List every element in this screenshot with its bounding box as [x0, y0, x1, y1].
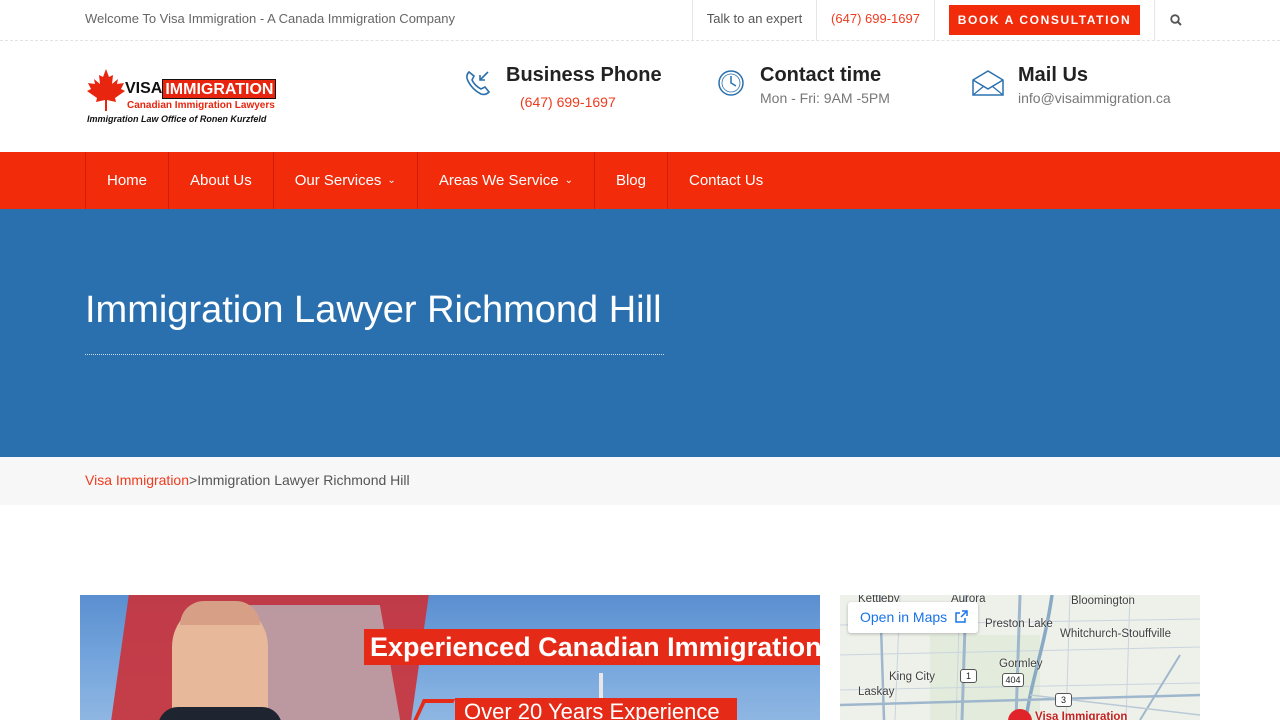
mail-us-value[interactable]: info@visaimmigration.ca — [1018, 90, 1171, 106]
logo-subtitle: Canadian Immigration Lawyers — [127, 100, 275, 111]
open-in-maps-label: Open in Maps — [860, 609, 948, 625]
map-place-preston-lake: Preston Lake — [985, 618, 1053, 630]
route-404-shield: 404 — [1002, 673, 1024, 687]
clock-icon — [718, 70, 744, 96]
breadcrumb: Visa Immigration>Immigration Lawyer Rich… — [0, 457, 1280, 505]
logo-immigration-text: IMMIGRATION — [162, 79, 277, 99]
location-map[interactable]: Kettleby Aurora Bloomington Preston Lake… — [840, 595, 1200, 720]
page-title: Immigration Lawyer Richmond Hill — [85, 289, 662, 331]
nav-item-home[interactable]: Home — [85, 152, 168, 209]
page-hero: Immigration Lawyer Richmond Hill — [0, 209, 1280, 457]
breadcrumb-current: Immigration Lawyer Richmond Hill — [197, 472, 410, 488]
route-1-shield: 1 — [960, 669, 977, 683]
nav-contact-label: Contact Us — [689, 172, 764, 189]
contact-time-value: Mon - Fri: 9AM -5PM — [760, 90, 890, 106]
contact-time-title: Contact time — [760, 64, 882, 86]
breadcrumb-home-link[interactable]: Visa Immigration — [85, 472, 189, 488]
banner-headline: Experienced Canadian Immigration Lawyer — [364, 629, 820, 665]
top-bar: Welcome To Visa Immigration - A Canada I… — [0, 0, 1280, 41]
external-link-icon — [955, 610, 968, 623]
open-in-maps-button[interactable]: Open in Maps — [848, 602, 978, 633]
welcome-text: Welcome To Visa Immigration - A Canada I… — [85, 11, 455, 26]
nav-blog-label: Blog — [615, 172, 646, 189]
mail-icon — [972, 70, 1004, 96]
nav-home-label: Home — [107, 172, 148, 189]
nav-item-blog[interactable]: Blog — [593, 152, 667, 209]
map-place-king-city: King City — [889, 671, 936, 683]
book-consultation-button[interactable]: BOOK A CONSULTATION — [949, 5, 1140, 35]
logo-office-text: Immigration Law Office of Ronen Kurzfeld — [87, 114, 267, 124]
nav-item-areas-we-service[interactable]: Areas We Service ⌄ — [416, 152, 594, 209]
nav-item-contact-us[interactable]: Contact Us — [667, 152, 784, 209]
map-place-bloomington: Bloomington — [1071, 595, 1135, 607]
nav-services-label: Our Services — [294, 172, 382, 189]
map-place-visa-immigration: Visa Immigration — [1035, 711, 1128, 720]
business-phone-value[interactable]: (647) 699-1697 — [520, 94, 616, 110]
map-place-laskay: Laskay — [858, 686, 895, 698]
map-place-gormley: Gormley — [999, 658, 1043, 670]
banner-subline: Over 20 Years Experience — [455, 698, 737, 720]
banner-accent-line — [412, 699, 456, 720]
lawyer-suit-graphic — [158, 707, 282, 720]
business-phone-title: Business Phone — [506, 64, 662, 86]
search-button[interactable] — [1154, 0, 1196, 40]
chevron-down-icon: ⌄ — [564, 175, 573, 186]
chevron-down-icon: ⌄ — [387, 175, 396, 186]
nav-item-about-us[interactable]: About Us — [168, 152, 273, 209]
logo-visa-text: VISA — [125, 80, 163, 97]
top-phone-link[interactable]: (647) 699-1697 — [817, 0, 935, 40]
nav-about-label: About Us — [190, 172, 252, 189]
phone-icon — [466, 70, 491, 96]
nav-areas-label: Areas We Service — [438, 172, 559, 189]
talk-to-expert-label: Talk to an expert — [692, 0, 817, 40]
nav-item-our-services[interactable]: Our Services ⌄ — [272, 152, 417, 209]
title-divider — [85, 354, 664, 355]
maple-leaf-icon — [87, 69, 125, 111]
map-place-whitchurch-stouffville: Whitchurch-Stouffville — [1060, 628, 1171, 640]
search-icon — [1169, 14, 1182, 26]
lawyer-banner-image: Experienced Canadian Immigration Lawyer … — [80, 595, 820, 720]
route-3-shield: 3 — [1055, 693, 1072, 707]
breadcrumb-separator: > — [189, 472, 198, 488]
mail-us-title: Mail Us — [1018, 64, 1089, 86]
site-logo[interactable]: VISA IMMIGRATION Canadian Immigration La… — [85, 68, 287, 128]
main-nav: Home About Us Our Services ⌄ Areas We Ser… — [0, 152, 1280, 209]
lawyer-hair-graphic — [180, 601, 260, 625]
